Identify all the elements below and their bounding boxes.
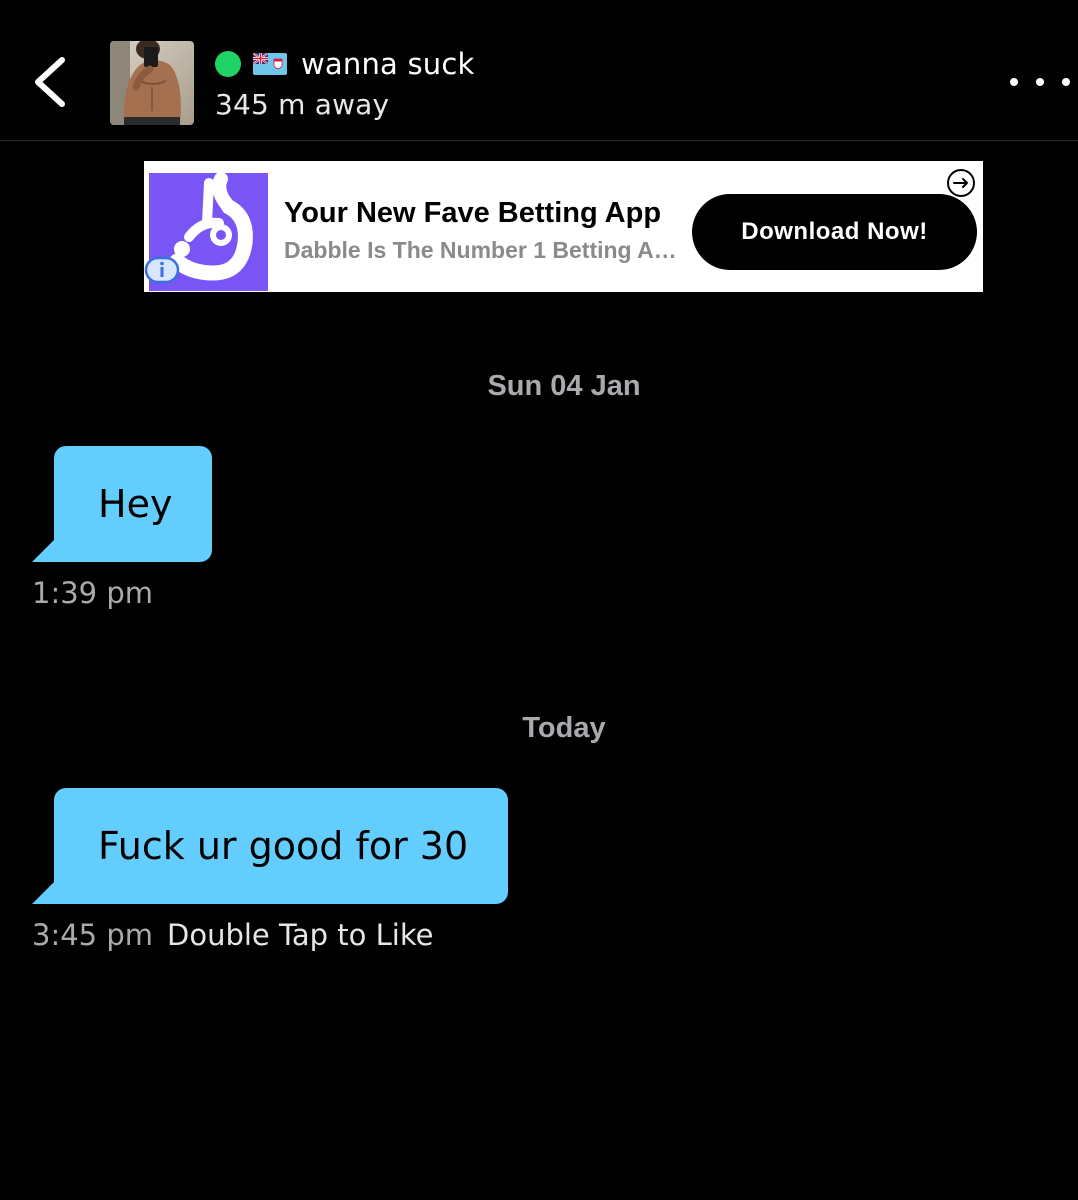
ad-subtitle: Dabble Is The Number 1 Betting App [284, 237, 679, 263]
more-horizontal-icon [1036, 78, 1044, 86]
chevron-left-icon [35, 57, 65, 107]
double-tap-like-hint[interactable]: Double Tap to Like [167, 918, 433, 952]
message-bubble[interactable]: Fuck ur good for 30 [54, 788, 508, 904]
more-horizontal-icon [1010, 78, 1018, 86]
message-timestamp: 3:45 pm [32, 918, 153, 952]
message-meta: 1:39 pm [32, 576, 153, 610]
name-row[interactable]: wanna suck [215, 44, 474, 84]
info-icon [144, 256, 180, 284]
more-options-button[interactable] [1010, 68, 1070, 96]
message-bubble[interactable]: Hey [54, 446, 212, 562]
chat-header: wanna suck 345 m away [0, 0, 1078, 141]
more-horizontal-icon [1062, 78, 1070, 86]
online-status-indicator [215, 51, 241, 77]
date-separator: Sun 04 Jan [487, 370, 641, 402]
ad-download-button[interactable]: Download Now! [692, 194, 977, 270]
ad-close-button[interactable] [946, 168, 976, 198]
avatar-image [110, 41, 194, 125]
ad-banner[interactable]: Your New Fave Betting App Dabble Is The … [144, 161, 983, 292]
profile-avatar[interactable] [110, 41, 194, 125]
back-button[interactable] [22, 50, 78, 114]
message-meta: 3:45 pm Double Tap to Like [32, 918, 433, 952]
message-text: Hey [98, 482, 173, 526]
arrow-right-circle-icon [947, 169, 975, 197]
fiji-flag-icon [253, 53, 287, 75]
message-timestamp: 1:39 pm [32, 576, 153, 610]
ad-info-button[interactable] [144, 256, 180, 284]
date-separator: Today [522, 712, 606, 744]
ad-title: Your New Fave Betting App [284, 197, 662, 229]
bubble-tail [32, 880, 56, 904]
display-name: wanna suck [301, 47, 475, 81]
distance-label: 345 m away [215, 88, 390, 121]
message-text: Fuck ur good for 30 [98, 824, 469, 868]
bubble-tail [32, 538, 56, 562]
